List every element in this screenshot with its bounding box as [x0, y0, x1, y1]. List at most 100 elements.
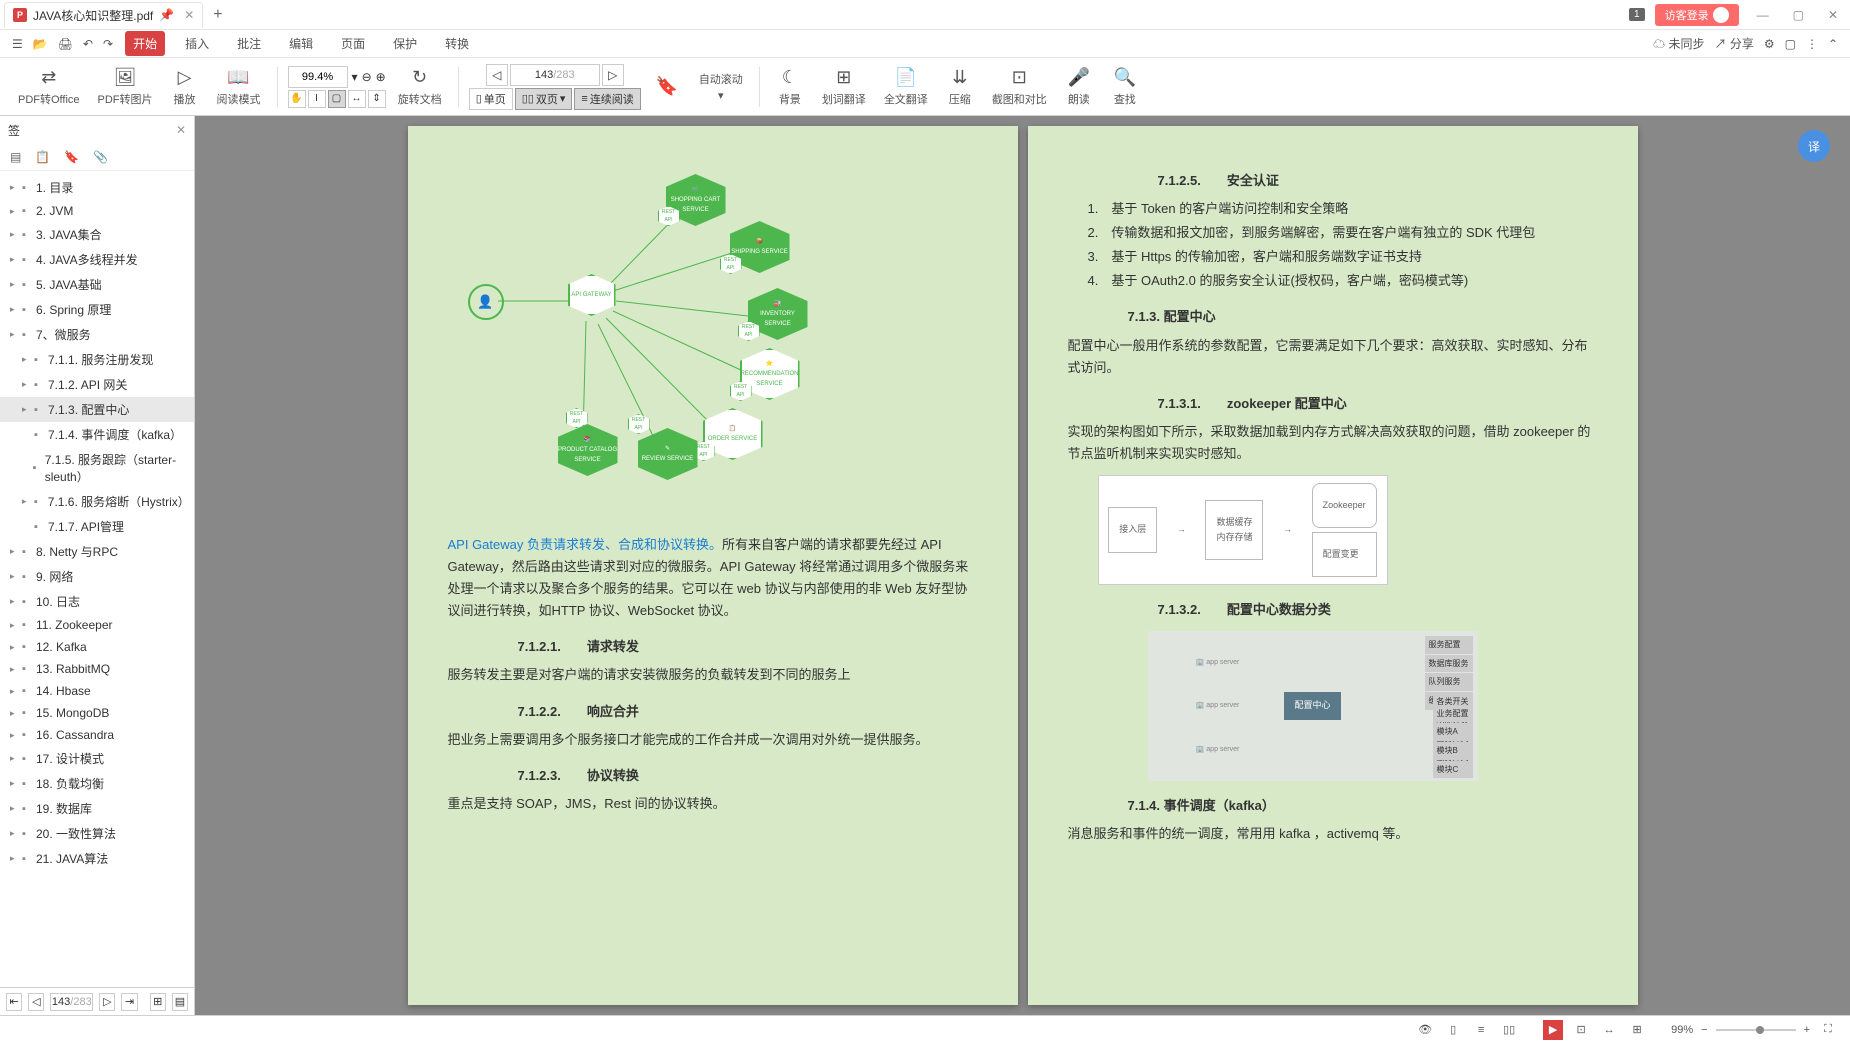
view-double-icon[interactable]: ▯▯: [1499, 1020, 1519, 1040]
fit-page-button[interactable]: ⇕: [368, 90, 386, 108]
outline-item[interactable]: ▸▪14. Hbase: [0, 680, 194, 702]
collapse-all-button[interactable]: ▤: [172, 993, 188, 1011]
outline-item[interactable]: ▪7.1.4. 事件调度（kafka）: [0, 422, 194, 447]
hand-tool-button[interactable]: ✋: [288, 90, 306, 108]
fullscreen-icon[interactable]: ⛶: [1818, 1020, 1838, 1040]
zoom-out-button[interactable]: −: [1701, 1024, 1707, 1036]
bookmark-nav-button[interactable]: 🔖: [647, 74, 687, 100]
continuous-button[interactable]: ≡ 连续阅读: [574, 88, 640, 110]
outline-item[interactable]: ▸▪11. Zookeeper: [0, 614, 194, 636]
dropdown-icon[interactable]: ▾: [352, 70, 358, 84]
sidebar-close-icon[interactable]: ✕: [176, 123, 186, 137]
document-tab[interactable]: P JAVA核心知识整理.pdf 📌 ✕: [4, 2, 203, 28]
play-button[interactable]: ▷播放: [165, 65, 205, 109]
background-button[interactable]: ☾背景: [770, 65, 810, 109]
find-button[interactable]: 🔍查找: [1105, 65, 1145, 109]
outline-item[interactable]: ▪7.1.7. API管理: [0, 514, 194, 539]
tab-edit[interactable]: 编辑: [281, 31, 321, 56]
maximize-button[interactable]: ▢: [1785, 4, 1812, 26]
eye-mode-icon[interactable]: 👁: [1415, 1020, 1435, 1040]
sidebar-tab-outline-icon[interactable]: 📋: [33, 148, 52, 166]
tab-protect[interactable]: 保护: [385, 31, 425, 56]
page-next-button[interactable]: ▷: [602, 64, 624, 86]
pin-icon[interactable]: 📌: [159, 8, 174, 22]
collapse-icon[interactable]: ⌃: [1828, 37, 1838, 51]
full-translate-button[interactable]: 📄全文翻译: [878, 65, 934, 109]
outline-item[interactable]: ▸▪12. Kafka: [0, 636, 194, 658]
outline-item[interactable]: ▸▪13. RabbitMQ: [0, 658, 194, 680]
outline-item[interactable]: ▸▪16. Cassandra: [0, 724, 194, 746]
redo-icon[interactable]: ↷: [103, 37, 113, 51]
page-prev-button[interactable]: ◁: [486, 64, 508, 86]
outline-item[interactable]: ▸▪10. 日志: [0, 589, 194, 614]
view-single-icon[interactable]: ▯: [1443, 1020, 1463, 1040]
outline-item[interactable]: ▸▪21. JAVA算法: [0, 846, 194, 871]
single-page-button[interactable]: ▯ 单页: [469, 88, 513, 110]
outline-item[interactable]: ▸▪7.1.6. 服务熔断（Hystrix）: [0, 489, 194, 514]
tab-page[interactable]: 页面: [333, 31, 373, 56]
outline-item[interactable]: ▸▪18. 负载均衡: [0, 771, 194, 796]
translate-float-button[interactable]: 译: [1798, 130, 1830, 162]
slideshow-icon[interactable]: ▶: [1543, 1020, 1563, 1040]
sidebar-tab-thumbnail-icon[interactable]: ▤: [8, 148, 23, 166]
word-translate-button[interactable]: ⊞划词翻译: [816, 65, 872, 109]
tab-insert[interactable]: 插入: [177, 31, 217, 56]
outline-item[interactable]: ▸▪6. Spring 原理: [0, 297, 194, 322]
double-page-button[interactable]: ▯▯ 双页▾: [515, 88, 573, 110]
zoom-in-button[interactable]: +: [1804, 1024, 1810, 1036]
tab-close-icon[interactable]: ✕: [184, 8, 194, 22]
pdf-to-image-button[interactable]: 🖼PDF转图片: [92, 65, 159, 109]
tab-start[interactable]: 开始: [125, 31, 165, 56]
read-mode-button[interactable]: 📖阅读模式: [211, 65, 267, 109]
share-button[interactable]: ↗ 分享: [1714, 35, 1753, 52]
crop-compare-button[interactable]: ⊡截图和对比: [986, 65, 1053, 109]
expand-all-button[interactable]: ⊞: [150, 993, 166, 1011]
outline-item[interactable]: ▸▪17. 设计模式: [0, 746, 194, 771]
page-input[interactable]: 143/283: [510, 64, 600, 86]
outline-item[interactable]: ▸▪3. JAVA集合: [0, 222, 194, 247]
outline-item[interactable]: ▸▪1. 目录: [0, 175, 194, 200]
fit-icon-3[interactable]: ⊞: [1627, 1020, 1647, 1040]
zoom-slider[interactable]: [1716, 1029, 1796, 1031]
outline-item[interactable]: ▸▪8. Netty 与RPC: [0, 539, 194, 564]
settings-icon[interactable]: ⚙: [1764, 37, 1775, 51]
close-button[interactable]: ✕: [1820, 4, 1846, 26]
pdf-to-office-button[interactable]: ⇄PDF转Office: [12, 65, 86, 109]
outline-item[interactable]: ▸▪5. JAVA基础: [0, 272, 194, 297]
page-next-button-footer[interactable]: ▷: [99, 993, 115, 1011]
sidebar-tab-attachment-icon[interactable]: 📎: [91, 148, 110, 166]
guest-login-button[interactable]: 访客登录: [1655, 4, 1739, 26]
outline-item[interactable]: ▸▪20. 一致性算法: [0, 821, 194, 846]
outline-item[interactable]: ▸▪19. 数据库: [0, 796, 194, 821]
minimize-button[interactable]: —: [1749, 4, 1777, 26]
page-first-button[interactable]: ⇤: [6, 993, 22, 1011]
outline-item[interactable]: ▸▪9. 网络: [0, 564, 194, 589]
rotate-button[interactable]: ↻旋转文档: [392, 65, 448, 109]
outline-item[interactable]: ▸▪15. MongoDB: [0, 702, 194, 724]
fit-icon-1[interactable]: ⊡: [1571, 1020, 1591, 1040]
area-tool-button[interactable]: ▢: [328, 90, 346, 108]
page-input-footer[interactable]: 143/283: [50, 993, 93, 1011]
auto-scroll-button[interactable]: 自动滚动▾: [693, 69, 749, 104]
outline-item[interactable]: ▸▪7.1.1. 服务注册发现: [0, 347, 194, 372]
document-viewport[interactable]: 👤 API GATEWAY 🛒SHOPPING CART SERVICE RES…: [195, 116, 1850, 1015]
zoom-input[interactable]: [288, 66, 348, 88]
open-icon[interactable]: 📂: [33, 37, 48, 51]
print-icon[interactable]: 🖨: [58, 37, 73, 51]
outline-item[interactable]: ▸▪7.1.2. API 网关: [0, 372, 194, 397]
outline-item[interactable]: ▸▪7.1.3. 配置中心: [0, 397, 194, 422]
page-prev-button-footer[interactable]: ◁: [28, 993, 44, 1011]
read-aloud-button[interactable]: 🎤朗读: [1059, 65, 1099, 109]
tab-convert[interactable]: 转换: [437, 31, 477, 56]
sync-status[interactable]: ☁ 未同步: [1653, 35, 1704, 52]
zoom-out-icon[interactable]: ⊖: [362, 70, 372, 84]
outline-item[interactable]: ▪7.1.5. 服务跟踪（starter-sleuth）: [0, 447, 194, 489]
more-icon[interactable]: ⋮: [1806, 37, 1818, 51]
select-tool-button[interactable]: I: [308, 90, 326, 108]
outline-item[interactable]: ▸▪7、微服务: [0, 322, 194, 347]
outline-item[interactable]: ▸▪2. JVM: [0, 200, 194, 222]
notification-badge[interactable]: 1: [1629, 8, 1645, 21]
fit-icon-2[interactable]: ↔: [1599, 1020, 1619, 1040]
outline-item[interactable]: ▸▪4. JAVA多线程并发: [0, 247, 194, 272]
compress-button[interactable]: ⇊压缩: [940, 65, 980, 109]
